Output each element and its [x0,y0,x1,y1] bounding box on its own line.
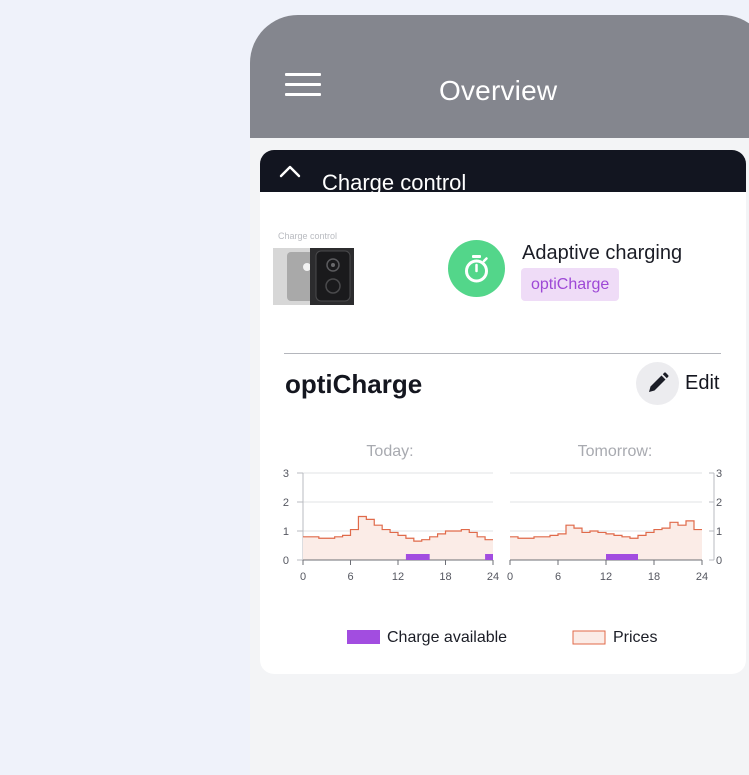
edit-label: Edit [685,372,720,394]
chart-title-1: Tomorrow: [578,443,653,460]
x-tick-label-0-0: 0 [300,571,306,583]
device-caption: Charge control [278,231,338,241]
x-tick-label-0-4: 24 [487,571,499,583]
y-tick-label-0-1: 1 [283,526,289,538]
chart-title-0: Today: [366,443,413,460]
y-tick-label-0-0: 0 [283,555,289,567]
y-tick-label-0-2: 2 [283,497,289,509]
charge-bar-0-0 [405,554,430,560]
x-tick-label-0-3: 18 [439,571,451,583]
y-tick-label-0-3: 3 [283,468,289,480]
x-tick-label-0-2: 12 [392,571,404,583]
y-tick-label-1-1: 1 [716,526,722,538]
mode-badge: optiCharge [521,268,620,301]
divider [284,353,721,354]
edit-icon-circle[interactable] [636,362,679,405]
legend-swatch-prices [572,630,606,645]
mode-title: Adaptive charging [522,242,683,264]
x-tick-label-1-1: 6 [555,571,561,583]
x-tick-label-1-2: 12 [600,571,612,583]
edit-button[interactable]: Edit [636,362,746,406]
app-bar: Overview [250,15,749,138]
x-tick-label-1-4: 24 [696,571,708,583]
legend: Charge available Prices [347,629,657,646]
charge-bar-0-1 [485,554,493,560]
hamburger-menu-icon[interactable] [285,73,321,97]
opticharge-heading: optiCharge [285,369,423,399]
device-image [273,248,354,305]
chevron-up-icon[interactable] [279,164,301,178]
x-tick-label-1-3: 18 [648,571,660,583]
x-tick-label-1-0: 0 [507,571,513,583]
legend-label-charge: Charge available [387,629,507,646]
y-tick-label-1-3: 3 [716,468,722,480]
y-tick-label-1-2: 2 [716,497,722,509]
legend-swatch-charge [347,630,380,644]
price-charts: Today:01230 6 12 18 24Tomorrow:01230 6 12 18 24 … [283,443,722,646]
phone-frame: Overview Charge control Charge control A… [250,15,749,775]
timer-icon [448,240,505,297]
y-tick-label-1-0: 0 [716,555,722,567]
x-tick-label-0-1: 6 [347,571,353,583]
legend-label-prices: Prices [613,629,657,646]
charge-bar-1-0 [606,554,638,560]
pencil-icon [649,372,669,392]
page-title: Overview [439,75,558,106]
charge-control-card: Charge control Adaptive charging optiCha… [260,192,746,674]
